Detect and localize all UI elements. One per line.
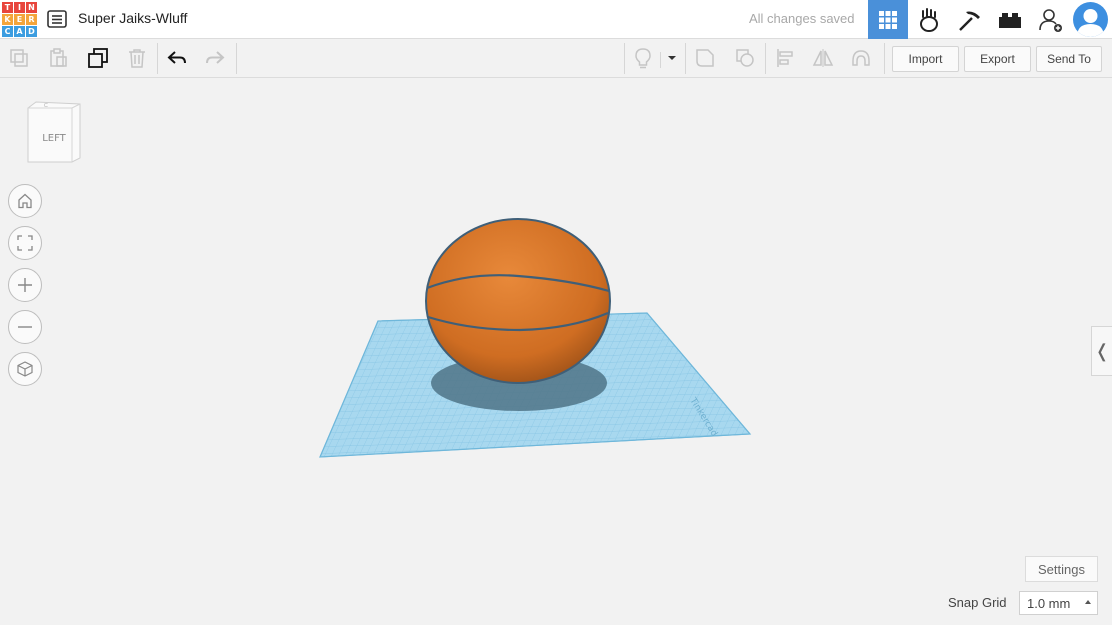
snap-grid-label: Snap Grid	[948, 595, 1007, 610]
view-cube[interactable]: ⊏ LEFT	[24, 100, 84, 166]
3d-viewport[interactable]: Tinkercad	[0, 0, 1112, 625]
settings-button[interactable]: Settings	[1025, 556, 1098, 582]
fit-view-button[interactable]	[8, 226, 42, 260]
snap-grid-select[interactable]: 1.0 mm	[1019, 591, 1098, 615]
fit-view-icon	[17, 235, 33, 251]
zoom-in-button[interactable]	[8, 268, 42, 302]
zoom-out-icon	[18, 326, 32, 328]
view-cube-top-label: ⊏	[44, 103, 48, 109]
home-view-icon	[18, 193, 32, 209]
snap-grid-value: 1.0 mm	[1027, 595, 1071, 611]
zoom-out-button[interactable]	[8, 310, 42, 344]
ortho-view-icon	[17, 361, 33, 377]
zoom-in-icon	[18, 278, 32, 292]
view-cube-face-label: LEFT	[42, 133, 66, 144]
shapes-panel-toggle[interactable]: ❬	[1091, 326, 1112, 376]
basketball-shape[interactable]	[425, 218, 611, 384]
chevron-up-icon	[1085, 600, 1091, 604]
ortho-view-button[interactable]	[8, 352, 42, 386]
home-view-button[interactable]	[8, 184, 42, 218]
